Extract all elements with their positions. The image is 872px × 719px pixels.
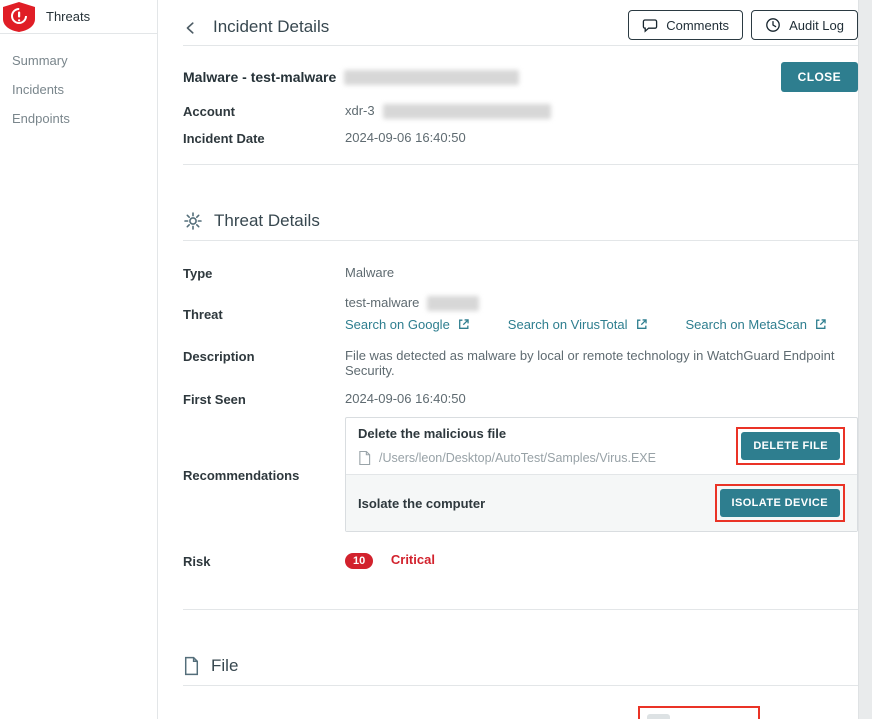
recommendation-title: Isolate the computer — [358, 496, 715, 511]
sidebar-item-incidents[interactable]: Incidents — [0, 75, 157, 104]
recommendations-label: Recommendations — [183, 467, 345, 483]
recommendation-path: /Users/leon/Desktop/AutoTest/Samples/Vir… — [358, 450, 736, 466]
path-field: Path /Users/leon/Desktop/AutoTest/Sample… — [183, 714, 858, 719]
file-icon — [358, 450, 371, 466]
incident-date-value: 2024-09-06 16:40:50 — [345, 130, 858, 145]
recommendation-row-isolate: Isolate the computer ISOLATE DEVICE — [346, 474, 857, 531]
search-on-google-link[interactable]: Search on Google — [345, 317, 470, 332]
sidebar: Threats Summary Incidents Endpoints — [0, 0, 158, 719]
account-field: Account xdr-3 — [183, 103, 858, 119]
incident-title: Malware - test-malware — [183, 69, 336, 85]
threat-value: test-malware — [345, 295, 419, 310]
recommendations-box: Delete the malicious file /Users/leon/De… — [345, 417, 858, 532]
sidebar-item-summary[interactable]: Summary — [0, 46, 157, 75]
threat-value-block: test-malware Search on Google Search on … — [345, 295, 858, 332]
threat-details-gear-icon — [183, 211, 203, 231]
recommendation-title: Delete the malicious file — [358, 426, 736, 441]
description-field: Description File was detected as malware… — [183, 348, 858, 378]
external-link-icon — [457, 318, 470, 331]
account-label: Account — [183, 103, 345, 119]
type-label: Type — [183, 265, 345, 281]
first-seen-field: First Seen 2024-09-06 16:40:50 — [183, 391, 858, 407]
incident-date-field: Incident Date 2024-09-06 16:40:50 — [183, 130, 858, 146]
search-on-metascan-link[interactable]: Search on MetaScan — [686, 317, 827, 332]
risk-value: 10 Critical — [345, 552, 858, 569]
path-value-block: /Users/leon/Desktop/AutoTest/Samples/Vir… — [345, 714, 858, 719]
scrollbar-gutter[interactable] — [858, 0, 872, 719]
recommendation-row-delete-file: Delete the malicious file /Users/leon/De… — [346, 418, 857, 474]
sidebar-item-endpoints[interactable]: Endpoints — [0, 104, 157, 133]
risk-field: Risk 10 Critical — [183, 552, 858, 569]
risk-level: Critical — [391, 552, 435, 567]
sidebar-header: Threats — [0, 0, 157, 34]
delete-file-button[interactable]: DELETE FILE — [741, 432, 840, 460]
description-value: File was detected as malware by local or… — [345, 348, 858, 378]
sidebar-menu: Summary Incidents Endpoints — [0, 34, 157, 133]
description-label: Description — [183, 348, 345, 364]
file-section-title: File — [211, 656, 238, 676]
file-section-header: File — [183, 656, 858, 686]
redacted-threat — [427, 296, 479, 311]
page-header: Incident Details — [183, 0, 858, 46]
main-content: Comments Audit Log Incident Details Malw… — [158, 0, 858, 719]
first-seen-value: 2024-09-06 16:40:50 — [345, 391, 858, 406]
annotation-highlight: DELETE FILE — [736, 427, 845, 465]
file-section-icon — [183, 656, 200, 676]
risk-score-badge: 10 — [345, 553, 373, 569]
annotation-highlight: ISOLATE DEVICE — [715, 484, 845, 522]
back-chevron-icon[interactable] — [183, 20, 199, 36]
threats-logo-icon — [0, 0, 38, 34]
close-button[interactable]: CLOSE — [781, 62, 858, 92]
recommendations-field: Recommendations Delete the malicious fil… — [183, 417, 858, 532]
incident-header: Malware - test-malware CLOSE — [183, 62, 858, 92]
type-value: Malware — [345, 265, 858, 280]
divider — [183, 609, 858, 610]
threat-label: Threat — [183, 306, 345, 322]
actions-bolt-button[interactable] — [647, 714, 670, 719]
first-seen-label: First Seen — [183, 391, 345, 407]
isolate-device-button[interactable]: ISOLATE DEVICE — [720, 489, 840, 517]
divider — [183, 164, 858, 165]
type-field: Type Malware — [183, 265, 858, 281]
threat-details-title: Threat Details — [214, 211, 320, 231]
search-links: Search on Google Search on VirusTotal — [345, 317, 858, 332]
external-link-icon — [635, 318, 648, 331]
risk-label: Risk — [183, 553, 345, 569]
sidebar-title: Threats — [46, 9, 90, 24]
incident-date-label: Incident Date — [183, 130, 345, 146]
path-actions: Delete file — [647, 714, 670, 719]
threat-field: Threat test-malware Search on Google Sea… — [183, 295, 858, 332]
account-value: xdr-3 — [345, 103, 858, 119]
redacted-incident-title — [344, 70, 519, 85]
threat-details-header: Threat Details — [183, 211, 858, 241]
page-title: Incident Details — [213, 17, 329, 37]
external-link-icon — [814, 318, 827, 331]
redacted-account — [383, 104, 551, 119]
search-on-virustotal-link[interactable]: Search on VirusTotal — [508, 317, 648, 332]
